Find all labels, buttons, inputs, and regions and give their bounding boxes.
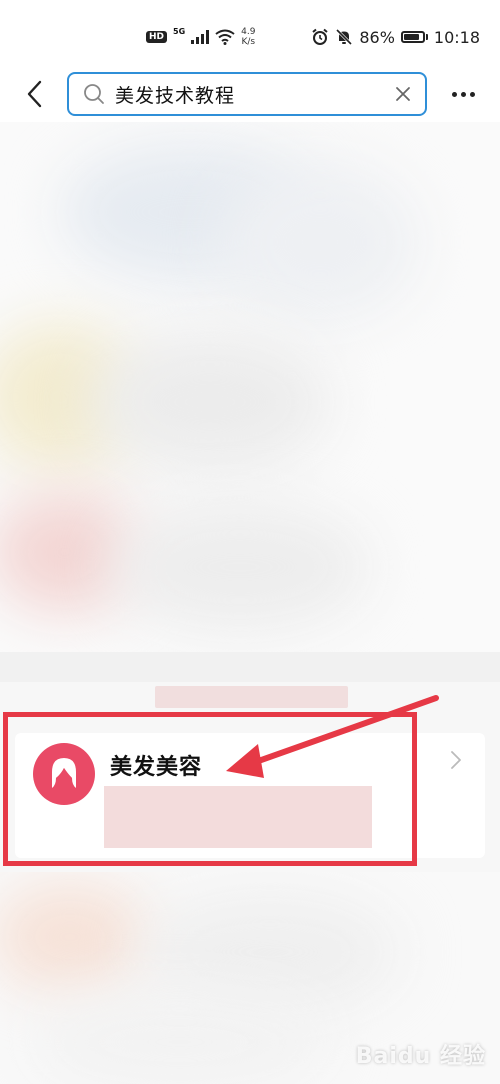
search-icon: [84, 84, 104, 104]
blurred-block: [110, 502, 370, 632]
blurred-description: [104, 786, 372, 848]
back-button[interactable]: [18, 76, 50, 112]
more-icon[interactable]: [448, 82, 478, 106]
clock: 10:18: [433, 27, 480, 47]
blurred-results: [0, 122, 500, 652]
category-result-card[interactable]: 美发美容: [15, 733, 485, 858]
search-input[interactable]: 美发技术教程: [67, 72, 427, 116]
clear-button[interactable]: [391, 82, 415, 106]
blurred-block: [30, 992, 330, 1084]
hd-badge: HD: [146, 31, 168, 43]
signal-icon: [191, 30, 210, 44]
mute-bell-icon: [336, 28, 353, 46]
speed-value: 4.9: [241, 27, 256, 37]
female-avatar-icon: [33, 743, 95, 805]
network-type: 5G: [173, 26, 186, 36]
female-face-icon: [52, 758, 76, 789]
battery-body: [400, 31, 425, 43]
status-left: HD 5G 4.9 K/s: [146, 22, 255, 52]
more-dot: [469, 91, 475, 97]
blurred-block: [0, 882, 150, 992]
blurred-block: [220, 162, 420, 322]
battery-percent: 86%: [359, 27, 395, 47]
battery-fill: [403, 34, 419, 40]
battery-icon: [400, 31, 428, 43]
alarm-icon: [312, 28, 328, 45]
back-arrow-icon: [27, 80, 42, 108]
battery-cap: [425, 34, 428, 40]
category-title: 美发美容: [110, 755, 203, 780]
more-dot: [451, 91, 457, 97]
network-speed: 4.9 K/s: [241, 27, 255, 47]
blurred-bottom-content: Baidu 经验: [0, 872, 500, 1084]
chevron-right-icon: [451, 751, 461, 769]
blurred-section-label: [155, 686, 348, 708]
status-right: 86% 10:18: [311, 24, 480, 50]
search-header: 美发技术教程: [0, 66, 500, 122]
search-query[interactable]: 美发技术教程: [115, 81, 391, 108]
status-bar: HD 5G 4.9 K/s 86% 10:18: [0, 0, 500, 72]
blurred-block: [90, 332, 330, 472]
wifi-icon: [215, 29, 235, 45]
section-divider: [0, 652, 500, 682]
more-dot: [460, 91, 466, 97]
watermark-logo: Baidu 经验: [355, 1044, 486, 1069]
speed-unit: K/s: [241, 37, 256, 47]
clear-icon: [396, 87, 410, 101]
